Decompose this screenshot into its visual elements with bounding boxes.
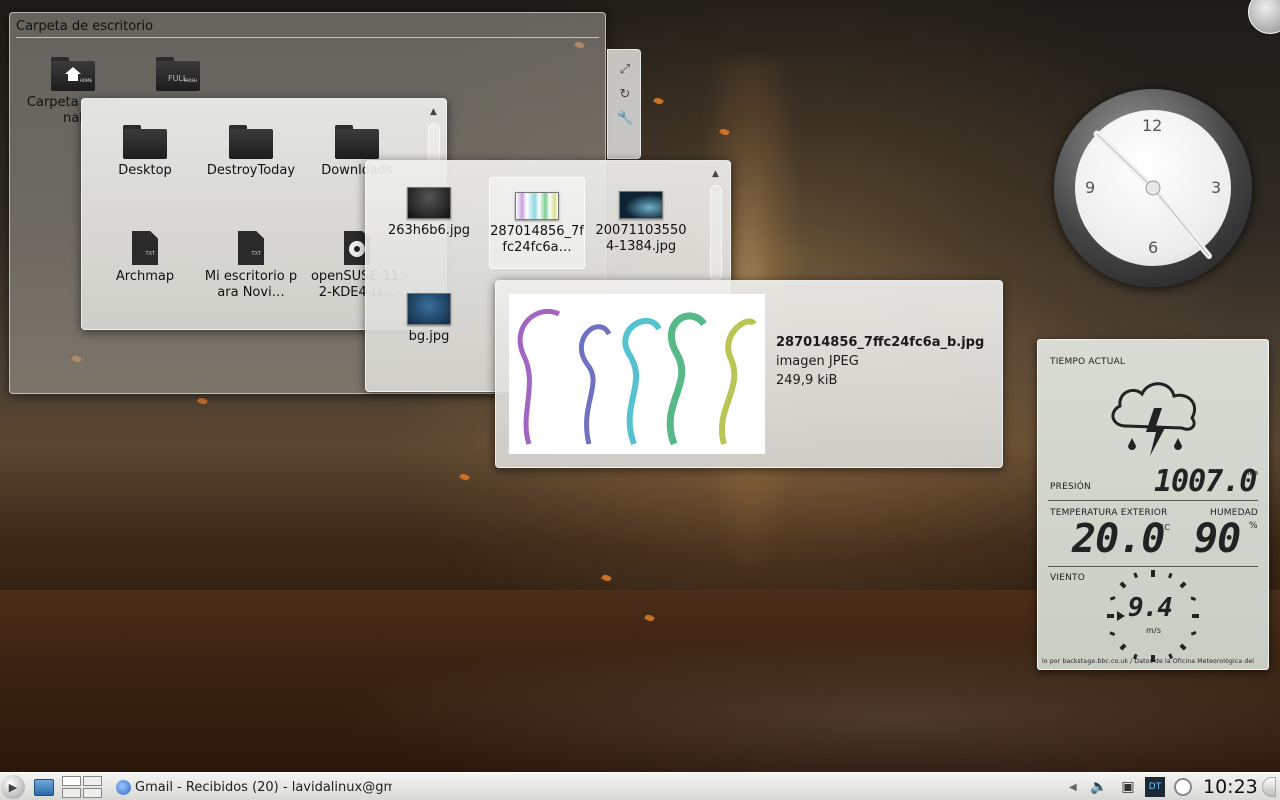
notifications-tray-button[interactable] xyxy=(1174,773,1192,800)
dt-app-icon: DT xyxy=(1145,777,1165,797)
image-file-item[interactable]: 263h6b6.jpg xyxy=(381,179,477,239)
temperature-value: 20.0 xyxy=(1072,516,1165,562)
cashew-icon xyxy=(1262,777,1276,797)
wind-speed-value: 9.4 xyxy=(1128,593,1173,623)
clipboard-icon: ▣ xyxy=(1121,779,1135,795)
taskbar: ▶ Gmail - Recibidos (20) - lavidalinux@g… xyxy=(0,772,1280,800)
wind-label: VIENTO xyxy=(1050,573,1086,583)
thunderstorm-icon xyxy=(1111,382,1197,456)
clock-face: 12 3 6 9 xyxy=(1075,110,1231,266)
wrench-icon[interactable]: 🔧 xyxy=(617,111,633,127)
desktop-folder-item[interactable]: Desktop xyxy=(97,119,193,179)
preview-filename: 287014856_7ffc24fc6a_b.jpg xyxy=(776,335,985,350)
desktop-icon xyxy=(34,778,54,796)
trash-folder-item[interactable]: FULL TRASH xyxy=(130,51,226,95)
browser-icon xyxy=(116,779,131,795)
weather-station-widget[interactable]: TIEMPO ACTUAL PRESIÓN 1007.0 hPa TEMPERA… xyxy=(1037,339,1269,670)
mi-escritorio-file-item[interactable]: TXT Mi escritorio para Novi… xyxy=(203,225,299,301)
pager-desktop-2[interactable] xyxy=(83,776,102,786)
launcher-icon: ▶ xyxy=(1,775,25,799)
leaf-decoration xyxy=(601,573,612,583)
weather-divider xyxy=(1048,500,1258,501)
trash-sub-badge: TRASH xyxy=(183,78,197,83)
wind-speed-unit: m/s xyxy=(1146,626,1162,635)
resize-icon[interactable]: ⤢ xyxy=(617,62,633,78)
humidity-value: 90 xyxy=(1194,516,1241,562)
pager-desktop-4[interactable] xyxy=(83,788,102,798)
tray-expand-arrow[interactable]: ◀ xyxy=(1069,773,1077,800)
weather-divider xyxy=(1048,566,1258,567)
item-label: Mi escritorio para Novi… xyxy=(204,269,298,300)
task-label: Gmail - Recibidos (20) - lavidalinux@gm xyxy=(135,779,392,795)
image-file-item[interactable]: bg.jpg xyxy=(381,285,477,345)
folder-icon xyxy=(335,125,379,159)
speaker-icon: 🔈 xyxy=(1090,779,1108,795)
scroll-up-arrow[interactable]: ▲ xyxy=(430,107,437,117)
image-thumbnail xyxy=(619,191,663,219)
item-label: Archmap xyxy=(115,269,175,284)
popup-scrollbar[interactable] xyxy=(428,123,440,163)
humidity-unit: % xyxy=(1249,521,1258,531)
popup-scrollbar[interactable] xyxy=(710,185,722,281)
item-label: 263h6b6.jpg xyxy=(387,223,471,238)
text-file-icon: TXT xyxy=(132,231,158,265)
home-badge: HOME xyxy=(79,78,92,83)
volume-tray-button[interactable]: 🔈 xyxy=(1090,773,1108,800)
leaf-decoration xyxy=(197,396,208,406)
clock-hands xyxy=(1093,130,1212,259)
archmap-file-item[interactable]: TXT Archmap xyxy=(97,225,193,285)
rotate-icon[interactable]: ↻ xyxy=(617,87,633,103)
pager-desktop-1[interactable] xyxy=(62,776,81,786)
image-file-item-selected[interactable]: 287014856_7ffc24fc6a… xyxy=(489,177,585,269)
pager-desktop-3[interactable] xyxy=(62,788,81,798)
folder-view-title: Carpeta de escritorio xyxy=(16,19,154,34)
task-gmail-window[interactable]: Gmail - Recibidos (20) - lavidalinux@gm xyxy=(116,773,392,800)
clock-time: 10:23 xyxy=(1203,776,1258,798)
desktop-toolbox-corner[interactable] xyxy=(1248,0,1280,34)
trash-folder-icon: FULL TRASH xyxy=(156,57,200,91)
image-file-item[interactable]: 200711035504-1384.jpg xyxy=(593,179,689,255)
item-label: Desktop xyxy=(118,163,172,178)
leaf-decoration xyxy=(459,472,470,482)
leaf-decoration xyxy=(653,96,664,106)
lightbulb-icon xyxy=(1174,778,1192,796)
current-weather-label: TIEMPO ACTUAL xyxy=(1050,357,1126,367)
image-thumbnail xyxy=(515,192,559,220)
home-folder-icon: HOME xyxy=(51,57,95,91)
item-label: bg.jpg xyxy=(408,329,450,344)
clipboard-tray-button[interactable]: ▣ xyxy=(1119,773,1137,800)
item-label: 200711035504-1384.jpg xyxy=(595,223,687,254)
pressure-unit: hPa xyxy=(1245,469,1259,477)
image-thumbnail xyxy=(407,293,451,325)
dt-tray-button[interactable]: DT xyxy=(1145,773,1165,800)
preview-filesize: 249,9 kiB xyxy=(776,373,838,388)
scroll-up-arrow[interactable]: ▲ xyxy=(712,169,719,179)
pressure-value: 1007.0 xyxy=(1154,464,1257,499)
item-label: DestroyToday xyxy=(206,163,296,178)
show-desktop-button[interactable] xyxy=(34,773,54,800)
destroytoday-folder-item[interactable]: DestroyToday xyxy=(203,119,299,179)
preview-filetype: imagen JPEG xyxy=(776,354,859,369)
title-divider xyxy=(16,37,599,38)
temperature-unit: °C xyxy=(1160,523,1170,532)
image-preview xyxy=(509,294,765,454)
kickoff-launcher-button[interactable]: ▶ xyxy=(1,773,25,800)
folder-view-toolbox: ⤢ ↻ 🔧 xyxy=(607,49,641,159)
item-label: 287014856_7ffc24fc6a… xyxy=(490,224,584,255)
folder-icon xyxy=(229,125,273,159)
text-file-icon: TXT xyxy=(238,231,264,265)
panel-toolbox-button[interactable] xyxy=(1262,773,1276,800)
image-thumbnail xyxy=(407,187,451,219)
weather-credits: lo por backstage.bbc.co.uk / Datos de la… xyxy=(1042,658,1255,665)
pressure-label: PRESIÓN xyxy=(1050,482,1091,492)
digital-clock[interactable]: 10:23 xyxy=(1203,773,1258,800)
file-preview-tooltip: 287014856_7ffc24fc6a_b.jpg imagen JPEG 2… xyxy=(495,280,1003,468)
folder-icon xyxy=(123,125,167,159)
analog-clock-widget[interactable]: 12 3 6 9 xyxy=(1054,89,1252,287)
